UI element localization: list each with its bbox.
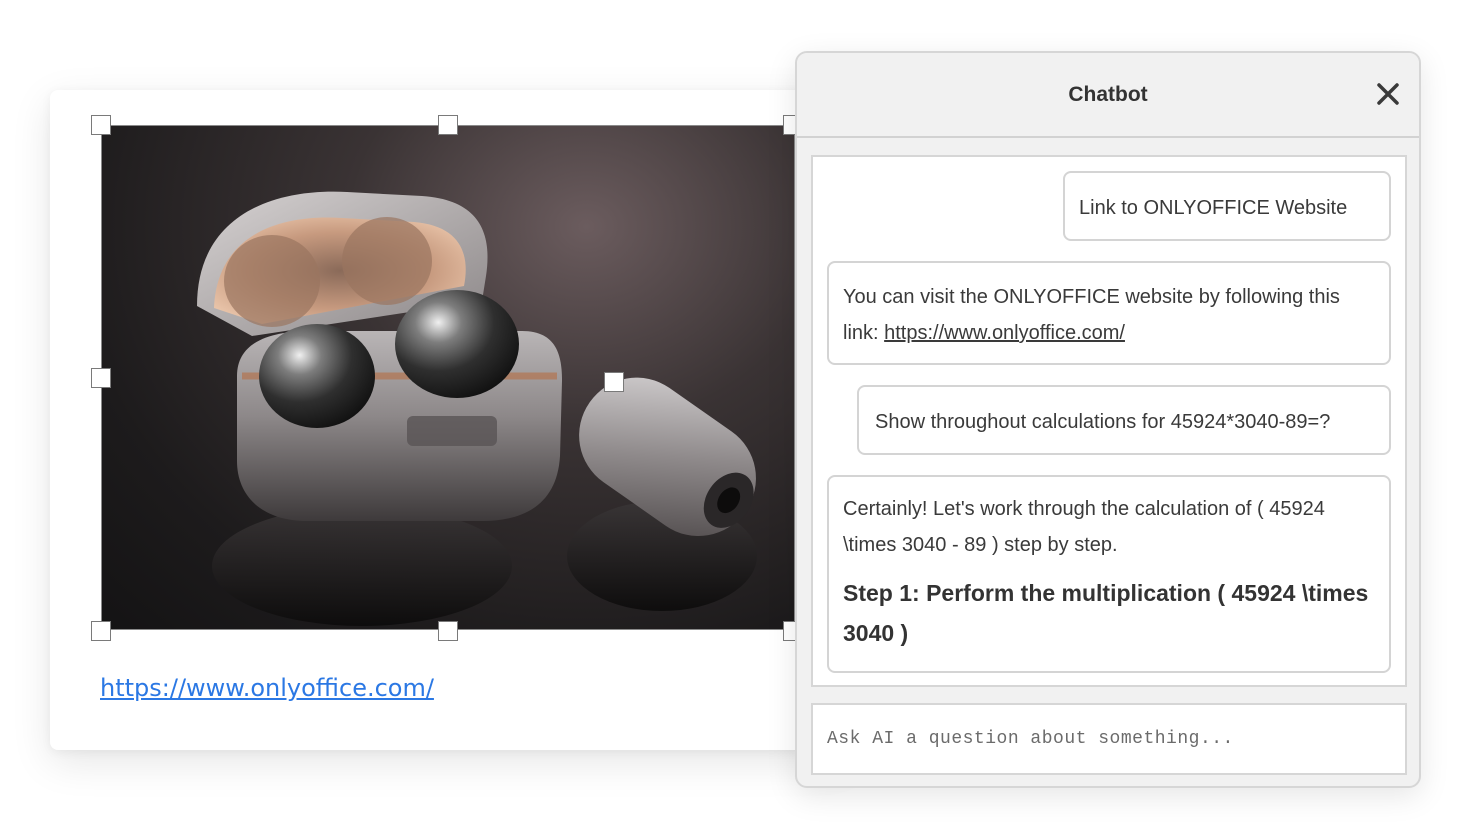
earbuds-illustration bbox=[197, 191, 757, 626]
earbuds-image[interactable] bbox=[101, 125, 795, 630]
message-link[interactable]: https://www.onlyoffice.com/ bbox=[884, 322, 1125, 344]
chatbot-panel: Chatbot Link to ONLYOFFICE Website You c… bbox=[795, 51, 1421, 788]
assistant-message: You can visit the ONLYOFFICE website by … bbox=[827, 261, 1391, 365]
user-message: Show throughout calculations for 45924*3… bbox=[857, 385, 1391, 455]
resize-handle-left[interactable] bbox=[91, 368, 111, 388]
document-link[interactable]: https://www.onlyoffice.com/ bbox=[100, 674, 434, 702]
message-text: Certainly! Let's work through the calcul… bbox=[843, 498, 1325, 556]
assistant-message: Certainly! Let's work through the calcul… bbox=[827, 475, 1391, 673]
message-text: Link to ONLYOFFICE Website bbox=[1079, 197, 1348, 219]
user-message: Link to ONLYOFFICE Website bbox=[1063, 171, 1391, 241]
resize-handle-top-left[interactable] bbox=[91, 115, 111, 135]
chatbot-title: Chatbot bbox=[1068, 83, 1148, 106]
resize-handle-top[interactable] bbox=[438, 115, 458, 135]
message-step-heading: Step 1: Perform the multiplication ( 459… bbox=[843, 580, 1369, 646]
message-text: Show throughout calculations for 45924*3… bbox=[875, 411, 1331, 433]
rotate-handle[interactable] bbox=[604, 372, 624, 392]
resize-handle-bottom-left[interactable] bbox=[91, 621, 111, 641]
close-icon[interactable] bbox=[1373, 79, 1403, 109]
stage: https://www.onlyoffice.com/ Chatbot Link… bbox=[0, 0, 1472, 840]
chat-messages[interactable]: Link to ONLYOFFICE Website You can visit… bbox=[811, 155, 1407, 687]
chat-input[interactable] bbox=[811, 703, 1407, 775]
resize-handle-bottom[interactable] bbox=[438, 621, 458, 641]
chatbot-header: Chatbot bbox=[797, 53, 1419, 138]
